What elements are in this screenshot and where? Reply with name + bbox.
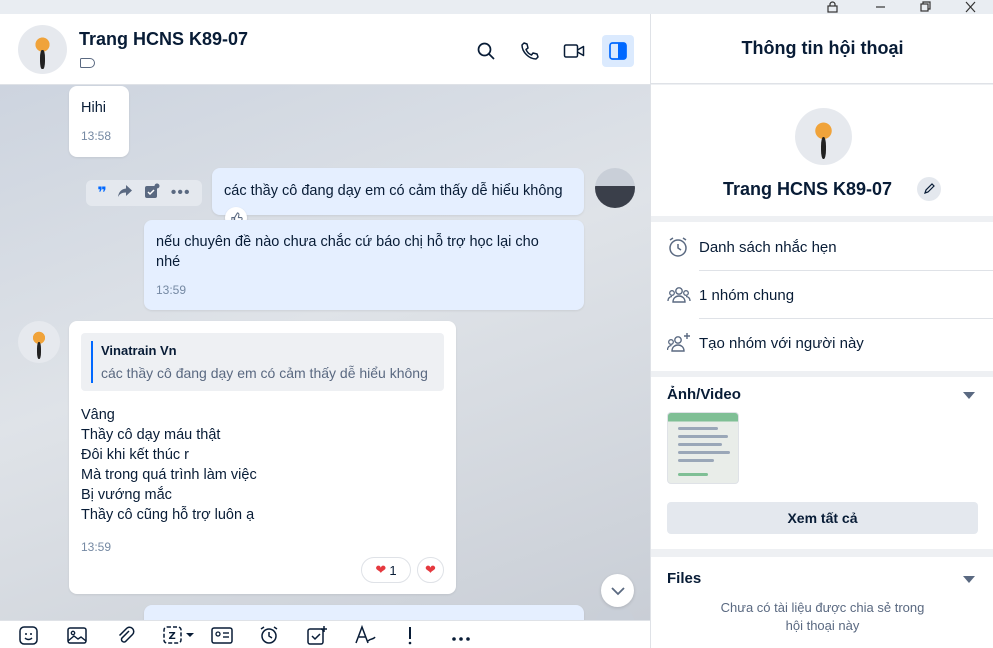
window-titlebar bbox=[0, 0, 993, 14]
edit-name-icon[interactable] bbox=[917, 177, 941, 201]
row-label: Danh sách nhắc hẹn bbox=[699, 238, 837, 256]
react-heart-button[interactable]: ❤ bbox=[417, 557, 444, 583]
sticker-icon[interactable] bbox=[18, 621, 66, 648]
message-line: Thầy cô dạy máu thật bbox=[81, 427, 221, 443]
message-bubble[interactable] bbox=[144, 605, 584, 620]
contact-avatar[interactable] bbox=[18, 25, 67, 74]
message-time: 13:59 bbox=[156, 283, 187, 297]
message-line: Mà trong quá trình làm việc bbox=[81, 467, 257, 483]
group-icon bbox=[667, 285, 699, 305]
quote-icon[interactable]: ❞ bbox=[97, 183, 106, 203]
todo-icon[interactable] bbox=[306, 621, 354, 648]
more-options-icon[interactable]: ••• bbox=[171, 184, 191, 202]
phone-icon[interactable] bbox=[514, 35, 546, 67]
restore-icon[interactable] bbox=[913, 0, 937, 14]
conversation-info-panel: Thông tin hội thoại Trang HCNS K89-07 Da… bbox=[650, 14, 993, 648]
reaction-count: 1 bbox=[389, 562, 397, 578]
quote-author: Vinatrain Vn bbox=[101, 343, 177, 358]
composer-toolbar: Z bbox=[0, 620, 650, 648]
contact-name: Trang HCNS K89-07 bbox=[722, 179, 893, 199]
close-icon[interactable] bbox=[958, 0, 982, 14]
chat-header: Trang HCNS K89-07 bbox=[0, 14, 650, 85]
my-avatar[interactable] bbox=[595, 605, 635, 620]
row-label: Tạo nhóm với người này bbox=[699, 334, 864, 352]
message-bubble[interactable]: Vinatrain Vn các thầy cô đang dạy em có … bbox=[69, 321, 456, 594]
media-thumbnail[interactable] bbox=[667, 412, 739, 484]
contact-avatar[interactable] bbox=[18, 321, 60, 363]
chevron-down-icon[interactable] bbox=[963, 392, 975, 399]
message-line: Bị vướng mắc bbox=[81, 487, 172, 503]
message-bubble[interactable]: nếu chuyên đề nào chưa chắc cứ báo chị h… bbox=[144, 220, 584, 310]
chevron-down-icon[interactable] bbox=[963, 576, 975, 583]
search-icon[interactable] bbox=[470, 35, 502, 67]
message-actions: ❞ ••• bbox=[86, 180, 202, 206]
my-avatar[interactable] bbox=[595, 168, 635, 208]
contact-card-icon[interactable] bbox=[210, 621, 258, 648]
message-line: Vâng bbox=[81, 407, 115, 423]
message-text: các thầy cô đang dạy em có cảm thấy dễ h… bbox=[224, 183, 563, 199]
message-bubble[interactable]: Hihi 13:58 bbox=[69, 86, 129, 157]
more-icon[interactable] bbox=[450, 621, 498, 648]
files-empty-text: Chưa có tài liệu được chia sẻ trong hội … bbox=[720, 600, 925, 633]
todo-check-icon[interactable] bbox=[144, 183, 160, 204]
panel-title: Thông tin hội thoại bbox=[651, 14, 993, 84]
message-time: 13:59 bbox=[81, 540, 112, 554]
quote-text: các thầy cô đang dạy em có cảm thấy dễ h… bbox=[101, 365, 428, 381]
message-text: nếu chuyên đề nào chưa chắc cứ báo chị h… bbox=[156, 234, 539, 270]
message-text: Hihi bbox=[81, 100, 106, 116]
heart-icon: ❤ bbox=[425, 562, 436, 577]
row-label: 1 nhóm chung bbox=[699, 286, 795, 304]
scroll-down-button[interactable] bbox=[601, 574, 634, 607]
sidebar-toggle-icon[interactable] bbox=[602, 35, 634, 67]
media-title: Ảnh/Video bbox=[667, 386, 741, 403]
chat-area: Trang HCNS K89-07 Hihi 13:58 ❞ ••• các t… bbox=[0, 14, 650, 648]
alarm-icon bbox=[667, 236, 699, 258]
contact-name[interactable]: Trang HCNS K89-07 bbox=[79, 29, 248, 50]
minimize-icon[interactable] bbox=[868, 0, 892, 14]
common-groups-row[interactable]: 1 nhóm chung bbox=[667, 271, 993, 319]
message-time: 13:58 bbox=[81, 129, 112, 143]
contact-avatar[interactable] bbox=[795, 108, 852, 165]
priority-icon[interactable] bbox=[402, 621, 450, 648]
reminder-list-row[interactable]: Danh sách nhắc hẹn bbox=[667, 223, 993, 271]
see-all-button[interactable]: Xem tất cả bbox=[667, 502, 978, 534]
files-title: Files bbox=[667, 570, 702, 587]
reaction-summary[interactable]: ❤ 1 bbox=[361, 557, 411, 583]
video-icon[interactable] bbox=[558, 35, 590, 67]
zalo-format-icon[interactable]: Z bbox=[162, 621, 210, 648]
quoted-message[interactable]: Vinatrain Vn các thầy cô đang dạy em có … bbox=[81, 333, 444, 391]
tag-icon[interactable] bbox=[80, 58, 95, 68]
message-line: Đôi khi kết thúc r bbox=[81, 447, 189, 463]
message-bubble[interactable]: các thầy cô đang dạy em có cảm thấy dễ h… bbox=[212, 168, 584, 215]
reminder-icon[interactable] bbox=[258, 621, 306, 648]
forward-icon[interactable] bbox=[117, 184, 133, 203]
message-list[interactable]: Hihi 13:58 ❞ ••• các thầy cô đang dạy em… bbox=[0, 85, 650, 620]
svg-text:Z: Z bbox=[169, 631, 176, 642]
attach-icon[interactable] bbox=[114, 621, 162, 648]
image-icon[interactable] bbox=[66, 621, 114, 648]
create-group-row[interactable]: Tạo nhóm với người này bbox=[667, 319, 993, 367]
message-line: Thầy cô cũng hỗ trợ luôn ạ bbox=[81, 507, 255, 523]
lock-icon[interactable] bbox=[820, 0, 844, 14]
add-group-icon bbox=[667, 332, 699, 354]
text-format-icon[interactable] bbox=[354, 621, 402, 648]
heart-icon: ❤ bbox=[375, 562, 387, 577]
